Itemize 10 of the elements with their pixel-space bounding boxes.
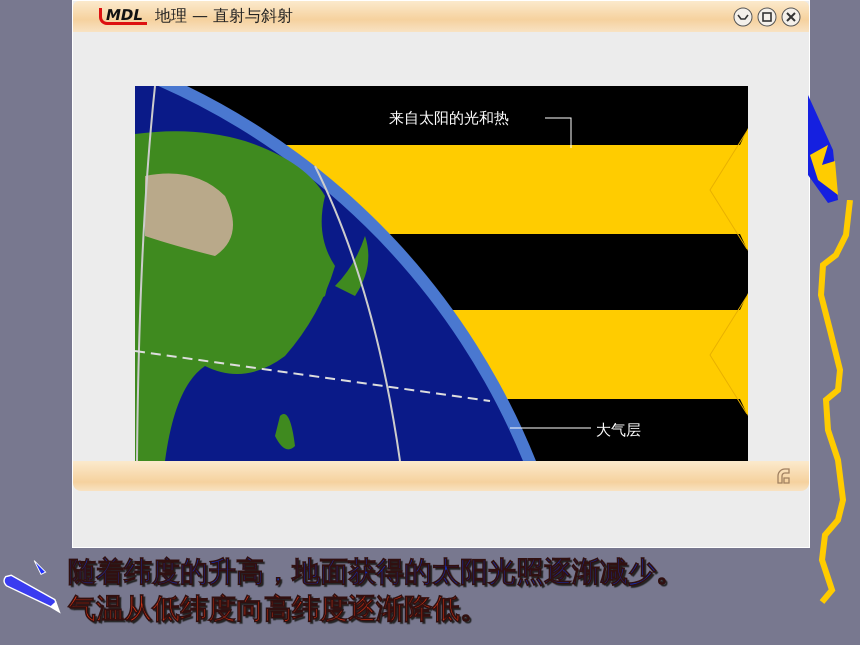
- minimize-button[interactable]: [733, 6, 753, 26]
- logo: MDL: [99, 8, 147, 25]
- caption-text: 随着纬度的升高，地面获得的太阳光照逐渐减少。: [68, 554, 685, 589]
- window-title: 地理 — 直射与斜射: [154, 6, 294, 27]
- leader-line: [544, 118, 571, 148]
- sunlight-label: 来自太阳的光和热: [388, 109, 508, 127]
- caption-text: 气温从低纬度向高纬度逐渐降低。: [68, 591, 489, 626]
- maximize-button[interactable]: [757, 6, 777, 26]
- close-button[interactable]: [781, 6, 801, 26]
- atmosphere-label: 大气层: [596, 421, 640, 439]
